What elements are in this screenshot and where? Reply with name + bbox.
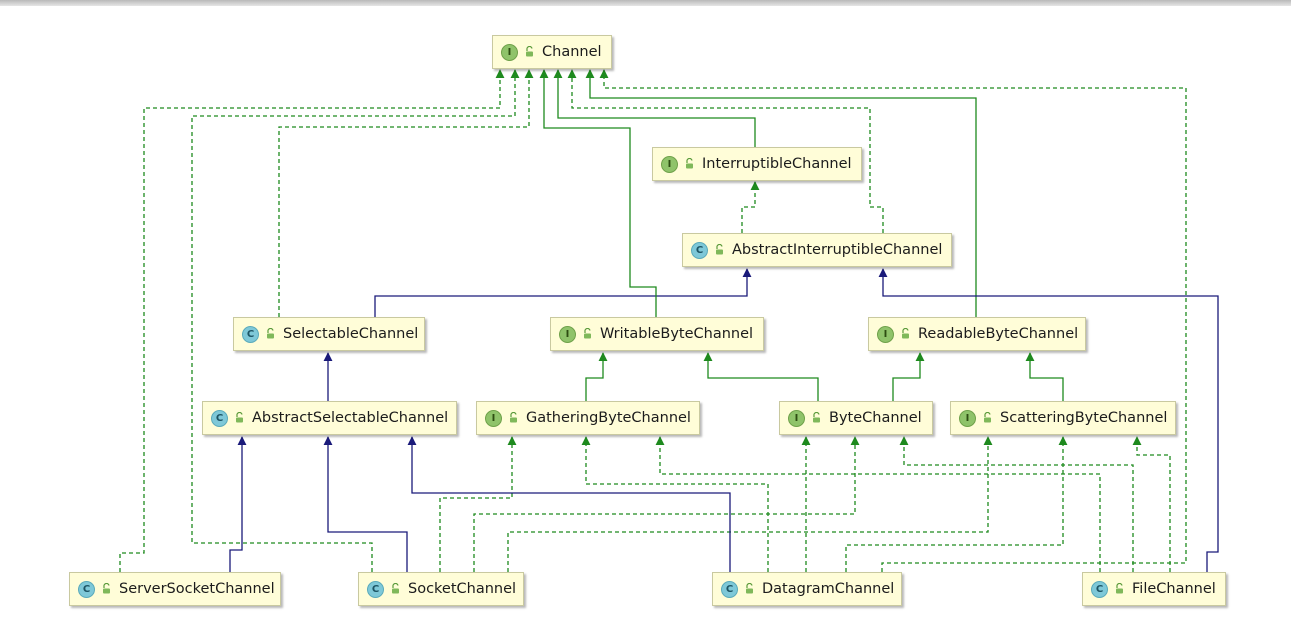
node-selectable-channel-label: SelectableChannel	[283, 326, 419, 342]
node-server-socket-channel[interactable]: C ServerSocketChannel	[69, 572, 281, 606]
unlock-icon	[984, 412, 991, 423]
interface-icon: I	[485, 409, 502, 427]
class-icon: C	[691, 241, 708, 259]
node-writable-byte-channel[interactable]: I WritableByteChannel	[550, 317, 764, 351]
edge-server-socket-to-abstract-selectable	[229, 436, 247, 572]
node-byte-channel[interactable]: I ByteChannel	[779, 401, 933, 435]
unlock-icon	[716, 244, 723, 255]
edge-selectable-to-abstract-interruptible	[374, 268, 752, 317]
node-channel-label: Channel	[542, 44, 602, 60]
node-abstract-interruptible-channel-label: AbstractInterruptibleChannel	[732, 242, 943, 258]
node-socket-channel[interactable]: C SocketChannel	[358, 572, 524, 606]
unlock-icon	[526, 46, 533, 57]
node-scattering-byte-channel-label: ScatteringByteChannel	[1000, 410, 1168, 426]
interface-icon: I	[877, 325, 894, 343]
edge-abstract-interruptible-to-channel	[741, 181, 760, 233]
interface-icon: I	[559, 325, 576, 343]
edge-socket-to-scattering	[507, 436, 993, 572]
class-icon: C	[211, 409, 228, 427]
unlock-icon	[103, 583, 110, 594]
edge-selectable-to-channel	[278, 69, 534, 317]
unlock-icon	[236, 412, 243, 423]
unlock-icon	[510, 412, 517, 423]
edge-filechannel-to-gathering	[655, 436, 1101, 572]
node-byte-channel-label: ByteChannel	[829, 410, 922, 426]
class-icon: C	[367, 580, 384, 598]
node-readable-byte-channel[interactable]: I ReadableByteChannel	[868, 317, 1086, 351]
node-readable-byte-channel-label: ReadableByteChannel	[918, 326, 1079, 342]
node-writable-byte-channel-label: WritableByteChannel	[600, 326, 754, 342]
unlock-icon	[1116, 583, 1123, 594]
edge-bytechannel-to-readable	[892, 352, 925, 401]
class-icon: C	[1091, 580, 1108, 598]
edge-writable-to-channel	[539, 69, 657, 317]
node-selectable-channel[interactable]: C SelectableChannel	[233, 317, 425, 351]
edge-filechannel-to-scattering	[1132, 436, 1171, 572]
edge-socket-to-bytechannel	[473, 436, 860, 572]
unlock-icon	[902, 328, 909, 339]
node-abstract-interruptible-channel[interactable]: C AbstractInterruptibleChannel	[682, 233, 952, 267]
interface-icon: I	[501, 43, 518, 61]
class-icon: C	[721, 580, 738, 598]
node-interruptible-channel[interactable]: I InterruptibleChannel	[652, 147, 862, 181]
class-icon: C	[242, 325, 259, 343]
edge-scattering-to-readable	[1025, 352, 1064, 401]
node-abstract-selectable-channel[interactable]: C AbstractSelectableChannel	[202, 401, 457, 435]
node-interruptible-channel-label: InterruptibleChannel	[702, 156, 852, 172]
edge-datagram-to-gathering	[581, 436, 769, 572]
node-server-socket-channel-label: ServerSocketChannel	[119, 581, 275, 597]
unlock-icon	[686, 158, 693, 169]
edge-filechannel-to-bytechannel	[899, 436, 1134, 572]
edge-socket-to-abstract-selectable	[323, 436, 408, 572]
class-icon: C	[78, 580, 95, 598]
node-datagram-channel-label: DatagramChannel	[762, 581, 895, 597]
node-abstract-selectable-channel-label: AbstractSelectableChannel	[252, 410, 449, 426]
edge-readable-to-channel	[585, 69, 977, 317]
node-channel[interactable]: I Channel	[492, 35, 612, 69]
interface-icon: I	[788, 409, 805, 427]
edge-gathering-to-writable	[585, 352, 608, 401]
node-file-channel[interactable]: C FileChannel	[1082, 572, 1226, 606]
unlock-icon	[267, 328, 274, 339]
unlock-icon	[746, 583, 753, 594]
unlock-icon	[584, 328, 591, 339]
interface-icon: I	[661, 155, 678, 173]
unlock-icon	[813, 412, 820, 423]
edge-datagram-to-abstract-selectable	[407, 436, 731, 572]
unlock-icon	[392, 583, 399, 594]
node-gathering-byte-channel[interactable]: I GatheringByteChannel	[476, 401, 700, 435]
interface-icon: I	[959, 409, 976, 427]
node-datagram-channel[interactable]: C DatagramChannel	[712, 572, 902, 606]
edge-datagram-to-scattering	[845, 436, 1068, 572]
node-file-channel-label: FileChannel	[1132, 581, 1216, 597]
node-socket-channel-label: SocketChannel	[408, 581, 517, 597]
node-scattering-byte-channel[interactable]: I ScatteringByteChannel	[950, 401, 1176, 435]
edge-bytechannel-to-writable	[703, 352, 819, 401]
node-gathering-byte-channel-label: GatheringByteChannel	[526, 410, 691, 426]
edge-socket-to-gathering	[439, 436, 517, 572]
